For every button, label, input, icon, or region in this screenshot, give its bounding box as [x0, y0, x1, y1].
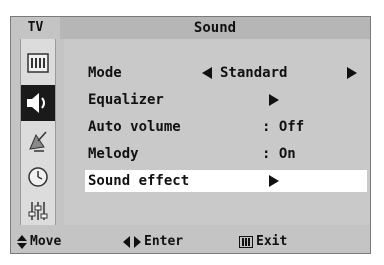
menu-item-equalizer[interactable]: Equalizer	[85, 89, 367, 111]
menu-item-auto-volume[interactable]: Auto volume : Off	[85, 116, 367, 138]
menu-item-mode[interactable]: Mode Standard	[85, 62, 367, 84]
tv-tab: TV	[11, 17, 60, 39]
osd-menu-panel: TV Sound Mode Standard Equalizer Auto vo…	[10, 16, 371, 254]
menu-item-label: Sound effect	[88, 173, 190, 189]
channel-antenna-icon[interactable]	[21, 123, 55, 159]
exit-hint: Exit	[239, 231, 287, 253]
menu-item-value: Standard	[220, 65, 288, 81]
category-sidebar	[20, 39, 56, 225]
enter-label: Enter	[144, 234, 184, 249]
footer-hints: Move Enter Exit	[11, 231, 370, 253]
menu-item-label: Melody	[88, 146, 139, 162]
right-arrow-icon[interactable]	[269, 175, 279, 187]
setup-sliders-icon[interactable]	[21, 193, 55, 229]
exit-label: Exit	[256, 234, 288, 249]
left-arrow-icon[interactable]	[202, 67, 212, 79]
right-arrow-icon[interactable]	[347, 67, 357, 79]
move-hint: Move	[17, 231, 61, 253]
picture-menu-icon[interactable]	[21, 45, 55, 81]
menu-title: Sound	[60, 17, 370, 39]
menu-header: TV Sound	[11, 17, 370, 39]
menu-item-sound-effect[interactable]: Sound effect	[85, 170, 367, 192]
menu-item-melody[interactable]: Melody : On	[85, 143, 367, 165]
menu-item-value: : On	[262, 146, 296, 162]
move-label: Move	[30, 234, 62, 249]
menu-item-label: Auto volume	[88, 119, 181, 135]
menu-item-label: Mode	[88, 65, 122, 81]
right-arrow-icon[interactable]	[269, 94, 279, 106]
menu-button-icon	[239, 236, 253, 248]
left-right-arrows-icon	[123, 236, 141, 248]
time-clock-icon[interactable]	[21, 159, 55, 195]
sound-speaker-icon[interactable]	[21, 85, 55, 121]
menu-item-value: : Off	[262, 119, 305, 135]
up-down-arrows-icon	[17, 235, 27, 249]
enter-hint: Enter	[123, 231, 183, 253]
menu-content: Mode Standard Equalizer Auto volume : Of…	[64, 39, 370, 225]
menu-item-label: Equalizer	[88, 92, 164, 108]
